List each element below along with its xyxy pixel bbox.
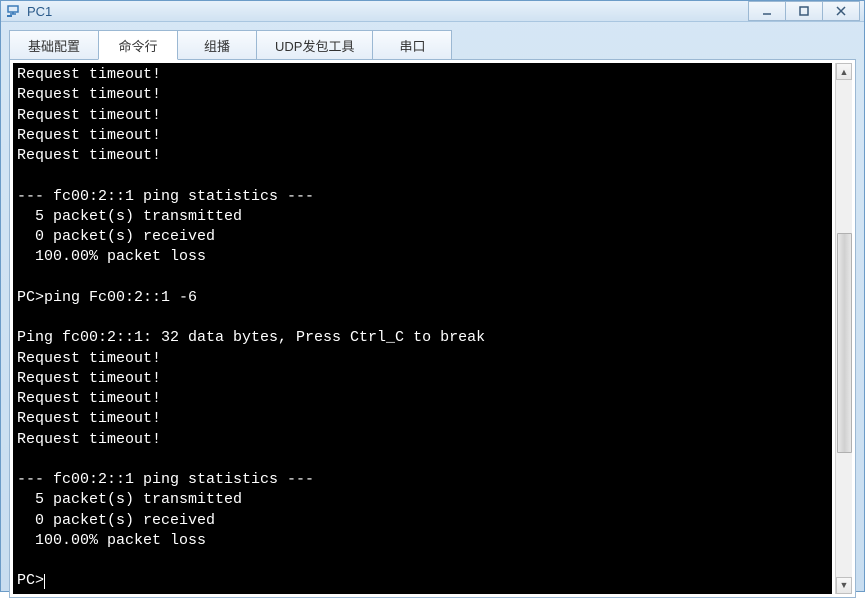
scroll-thumb[interactable] (837, 233, 852, 453)
tab-bar: 基础配置 命令行 组播 UDP发包工具 串口 (9, 30, 856, 60)
minimize-button[interactable] (748, 1, 786, 21)
close-button[interactable] (822, 1, 860, 21)
terminal-output[interactable]: Request timeout! Request timeout! Reques… (13, 63, 832, 594)
terminal-panel: Request timeout! Request timeout! Reques… (9, 59, 856, 598)
window-title: PC1 (27, 4, 749, 19)
window-controls (749, 1, 860, 21)
tab-basic-config[interactable]: 基础配置 (9, 30, 99, 60)
titlebar: PC1 (1, 1, 864, 22)
tab-serial[interactable]: 串口 (372, 30, 452, 60)
tab-udp-tool[interactable]: UDP发包工具 (256, 30, 373, 60)
app-window: PC1 基础配置 命令行 组播 UDP发包工具 串口 Request timeo… (0, 0, 865, 592)
app-icon (5, 3, 21, 19)
tab-command-line[interactable]: 命令行 (98, 30, 178, 60)
tab-multicast[interactable]: 组播 (177, 30, 257, 60)
scroll-up-button[interactable]: ▲ (836, 63, 852, 80)
scrollbar[interactable]: ▲ ▼ (835, 63, 852, 594)
maximize-button[interactable] (785, 1, 823, 21)
scroll-down-button[interactable]: ▼ (836, 577, 852, 594)
content-area: 基础配置 命令行 组播 UDP发包工具 串口 Request timeout! … (1, 22, 864, 606)
